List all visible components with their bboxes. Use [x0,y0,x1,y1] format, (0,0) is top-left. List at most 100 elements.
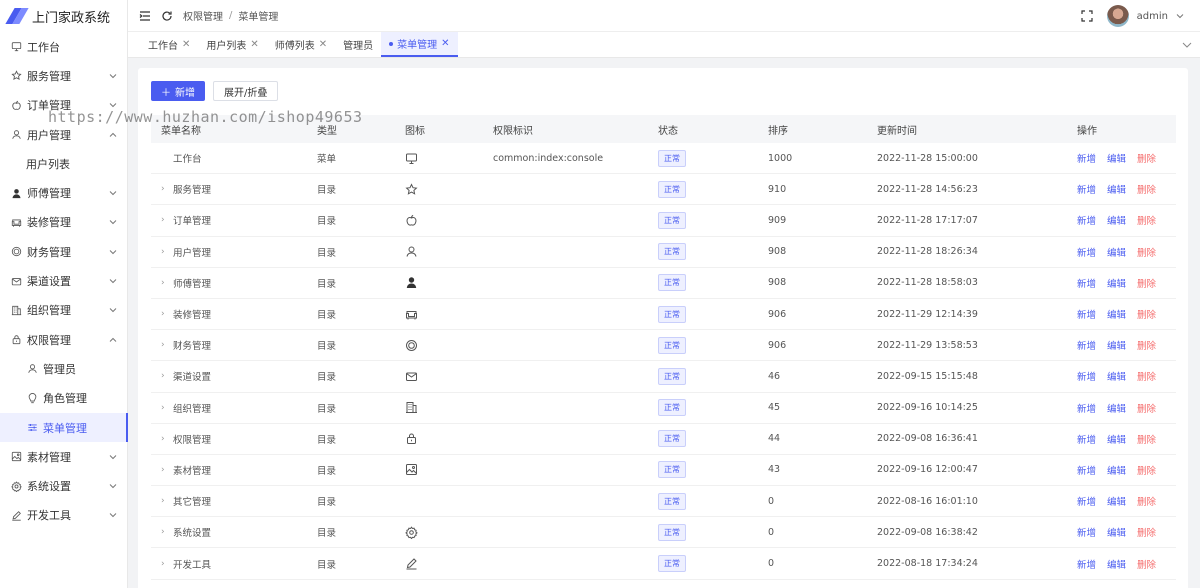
expand-arrow-icon[interactable]: › [161,278,173,288]
sidebar-item[interactable]: 用户列表 [0,149,127,178]
expand-arrow-icon[interactable]: › [161,559,173,569]
row-edit-link[interactable]: 编辑 [1107,307,1126,321]
row-edit-link[interactable]: 编辑 [1107,463,1126,477]
row-add-link[interactable]: 新增 [1077,494,1096,508]
sidebar-item[interactable]: 财务管理 [0,237,127,266]
row-delete-link[interactable]: 删除 [1137,338,1156,352]
close-icon[interactable]: ✕ [182,39,190,50]
menu-fold-icon[interactable] [139,10,151,22]
sidebar-item[interactable]: 组织管理 [0,296,127,325]
tab[interactable]: 工作台 ✕ [140,32,198,57]
sidebar-item[interactable]: 工作台 [0,32,127,61]
row-edit-link[interactable]: 编辑 [1107,213,1126,227]
sidebar-item[interactable]: 用户管理 [0,120,127,149]
user-icon [26,363,38,375]
row-edit-link[interactable]: 编辑 [1107,432,1126,446]
row-edit-link[interactable]: 编辑 [1107,494,1126,508]
close-icon[interactable]: ✕ [319,39,327,50]
sidebar-item[interactable]: 渠道设置 [0,266,127,295]
row-delete-link[interactable]: 删除 [1137,463,1156,477]
sidebar-item[interactable]: 服务管理 [0,61,127,90]
expand-arrow-icon[interactable]: › [161,403,173,413]
expand-arrow-icon[interactable]: › [161,247,173,257]
cell-name: 工作台 [151,151,317,165]
row-edit-link[interactable]: 编辑 [1107,276,1126,290]
menu-table: 菜单名称 类型 图标 权限标识 状态 排序 更新时间 操作 工作台 菜单 commo… [151,115,1176,580]
username[interactable]: admin [1137,11,1168,22]
row-add-link[interactable]: 新增 [1077,338,1096,352]
sidebar-item[interactable]: 权限管理 [0,325,127,354]
row-delete-link[interactable]: 删除 [1137,182,1156,196]
sidebar-item[interactable]: 管理员 [0,354,127,383]
expand-arrow-icon[interactable]: › [161,184,173,194]
row-edit-link[interactable]: 编辑 [1107,525,1126,539]
row-edit-link[interactable]: 编辑 [1107,338,1126,352]
expand-arrow-icon[interactable]: › [161,215,173,225]
row-add-link[interactable]: 新增 [1077,151,1096,165]
row-add-link[interactable]: 新增 [1077,245,1096,259]
row-edit-link[interactable]: 编辑 [1107,557,1126,571]
close-icon[interactable]: ✕ [441,38,449,49]
row-add-link[interactable]: 新增 [1077,307,1096,321]
row-delete-link[interactable]: 删除 [1137,369,1156,383]
row-add-link[interactable]: 新增 [1077,213,1096,227]
chevron-down-icon[interactable] [1182,39,1192,49]
sidebar-item[interactable]: 师傅管理 [0,178,127,207]
row-edit-link[interactable]: 编辑 [1107,182,1126,196]
expand-arrow-icon[interactable]: › [161,371,173,381]
sidebar-item[interactable]: 角色管理 [0,384,127,413]
close-icon[interactable]: ✕ [250,39,258,50]
expand-arrow-icon[interactable]: › [161,465,173,475]
sidebar-item[interactable]: 系统设置 [0,471,127,500]
cell-name: › 系统设置 [151,525,317,539]
row-delete-link[interactable]: 删除 [1137,432,1156,446]
expand-arrow-icon[interactable]: › [161,496,173,506]
sidebar-item[interactable]: 装修管理 [0,208,127,237]
sidebar-item[interactable]: 素材管理 [0,442,127,471]
tab[interactable]: 用户列表 ✕ [198,32,266,57]
add-menu-button[interactable]: ＋ 新增 [151,81,205,101]
expand-arrow-icon[interactable]: › [161,309,173,319]
avatar[interactable] [1106,5,1129,27]
cell-name: › 订单管理 [151,213,317,227]
row-edit-link[interactable]: 编辑 [1107,401,1126,415]
row-delete-link[interactable]: 删除 [1137,557,1156,571]
row-edit-link[interactable]: 编辑 [1107,245,1126,259]
breadcrumb-item[interactable]: 权限管理 [183,8,223,23]
row-edit-link[interactable]: 编辑 [1107,369,1126,383]
row-add-link[interactable]: 新增 [1077,401,1096,415]
row-add-link[interactable]: 新增 [1077,463,1096,477]
cell-type: 目录 [317,465,337,477]
tab[interactable]: 菜单管理 ✕ [381,32,458,57]
row-add-link[interactable]: 新增 [1077,182,1096,196]
row-delete-link[interactable]: 删除 [1137,494,1156,508]
row-delete-link[interactable]: 删除 [1137,151,1156,165]
row-delete-link[interactable]: 删除 [1137,401,1156,415]
row-delete-link[interactable]: 删除 [1137,213,1156,227]
row-add-link[interactable]: 新增 [1077,557,1096,571]
sidebar-item[interactable]: 订单管理 [0,91,127,120]
expand-arrow-icon[interactable]: › [161,527,173,537]
row-add-link[interactable]: 新增 [1077,276,1096,290]
sidebar-item[interactable]: 菜单管理 [0,412,128,443]
tab[interactable]: 管理员 [335,32,381,57]
expand-arrow-icon[interactable]: › [161,340,173,350]
expand-arrow-icon[interactable]: › [161,434,173,444]
row-edit-link[interactable]: 编辑 [1107,151,1126,165]
row-add-link[interactable]: 新增 [1077,525,1096,539]
app-title: 上门家政系统 [32,10,111,26]
row-delete-link[interactable]: 删除 [1137,525,1156,539]
fullscreen-icon[interactable] [1081,10,1093,22]
row-delete-link[interactable]: 删除 [1137,307,1156,321]
row-add-link[interactable]: 新增 [1077,369,1096,383]
chevron-down-icon[interactable] [1176,12,1184,20]
top-header: 权限管理 / 菜单管理 admin [128,0,1200,32]
expand-collapse-button[interactable]: 展开/折叠 [213,81,279,101]
tab[interactable]: 师傅列表 ✕ [267,32,335,57]
app-logo[interactable]: 上门家政系统 [0,0,127,32]
refresh-icon[interactable] [161,10,173,22]
row-delete-link[interactable]: 删除 [1137,276,1156,290]
row-add-link[interactable]: 新增 [1077,432,1096,446]
row-delete-link[interactable]: 删除 [1137,245,1156,259]
sidebar-item[interactable]: 开发工具 [0,501,127,530]
